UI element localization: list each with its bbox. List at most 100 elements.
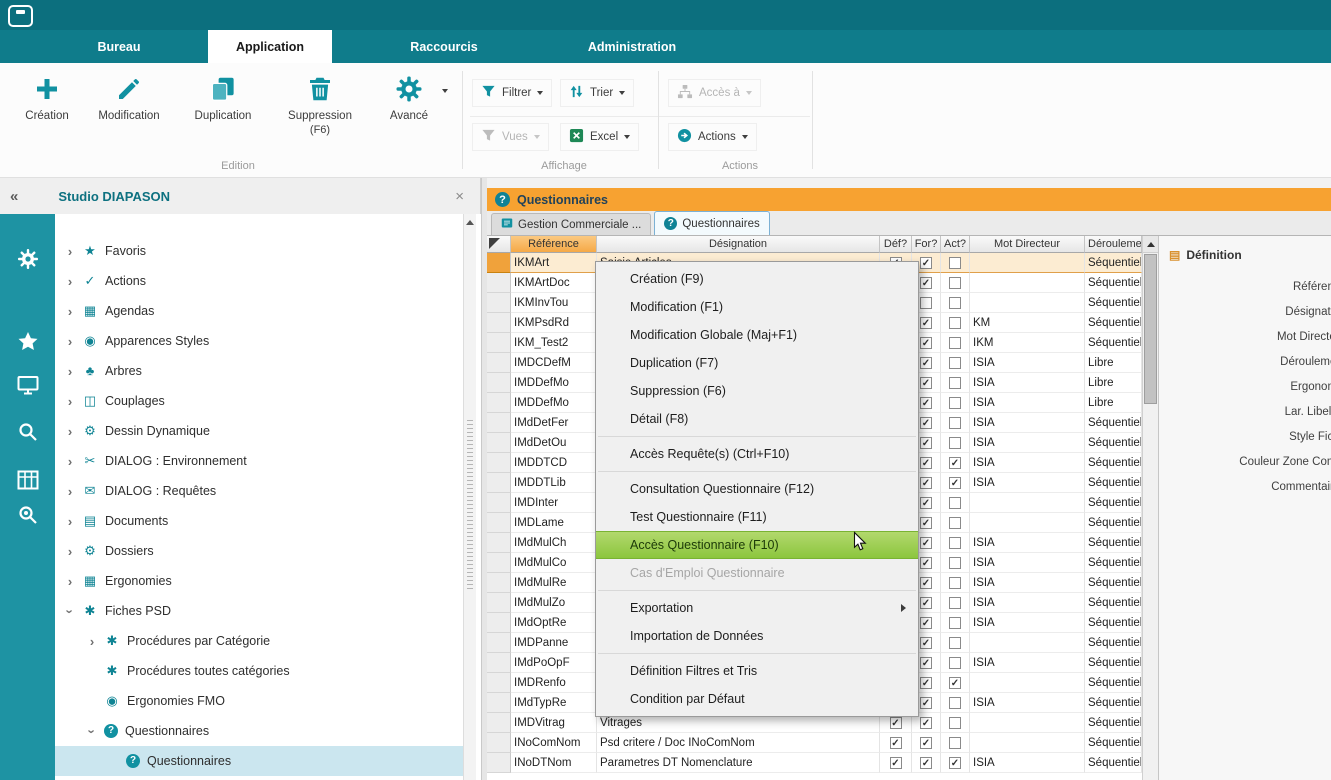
row-selector[interactable]	[487, 393, 511, 413]
row-selector[interactable]	[487, 713, 511, 733]
checkbox-checked-icon[interactable]: ✓	[890, 717, 902, 729]
checkbox-checked-icon[interactable]: ✓	[920, 537, 932, 549]
menu-item-suppression-f6[interactable]: Suppression (F6)	[596, 377, 918, 405]
chevron-right-icon[interactable]: ›	[87, 634, 97, 649]
tree-item-documents[interactable]: ›▤Documents	[55, 506, 463, 536]
checkbox-checked-icon[interactable]: ✓	[920, 617, 932, 629]
checkbox-unchecked-icon[interactable]	[920, 297, 932, 309]
row-selector[interactable]	[487, 693, 511, 713]
checkbox-unchecked-icon[interactable]	[949, 697, 961, 709]
checkbox-checked-icon[interactable]: ✓	[890, 737, 902, 749]
checkbox-unchecked-icon[interactable]	[949, 657, 961, 669]
row-selector[interactable]	[487, 613, 511, 633]
checkbox-unchecked-icon[interactable]	[949, 597, 961, 609]
scrollbar-grip[interactable]	[467, 420, 473, 590]
menu-item-modification-globale-maj-f1[interactable]: Modification Globale (Maj+F1)	[596, 321, 918, 349]
row-selector[interactable]	[487, 353, 511, 373]
row-selector[interactable]	[487, 573, 511, 593]
settings-gear-icon[interactable]	[16, 247, 40, 271]
menu-item-d-tail-f8[interactable]: Détail (F8)	[596, 405, 918, 433]
chevron-right-icon[interactable]: ›	[65, 574, 75, 589]
checkbox-checked-icon[interactable]: ✓	[920, 637, 932, 649]
row-selector[interactable]	[487, 333, 511, 353]
menu-item-test-questionnaire-f11[interactable]: Test Questionnaire (F11)	[596, 503, 918, 531]
ribbon-tab-bureau[interactable]: Bureau	[60, 30, 178, 63]
checkbox-checked-icon[interactable]: ✓	[920, 477, 932, 489]
checkbox-checked-icon[interactable]: ✓	[920, 257, 932, 269]
tab-gestion-commerciale[interactable]: Gestion Commerciale ...	[491, 213, 651, 235]
checkbox-checked-icon[interactable]: ✓	[920, 377, 932, 389]
row-selector[interactable]	[487, 753, 511, 773]
excel-button[interactable]: Excel	[560, 123, 639, 151]
filtrer-button[interactable]: Filtrer	[472, 79, 552, 107]
row-selector[interactable]	[487, 313, 511, 333]
row-selector[interactable]	[487, 513, 511, 533]
column-header-d-roulement[interactable]: Déroulement	[1085, 236, 1142, 253]
sidebar-collapse-button[interactable]: «	[10, 188, 18, 205]
column-header-d-f[interactable]: Déf?	[880, 236, 912, 253]
sidebar-close-button[interactable]: ×	[455, 188, 464, 205]
checkbox-checked-icon[interactable]: ✓	[920, 657, 932, 669]
tree-item-ergonomies[interactable]: ›▦Ergonomies	[55, 566, 463, 596]
row-selector[interactable]	[487, 473, 511, 493]
checkbox-unchecked-icon[interactable]	[949, 357, 961, 369]
checkbox-unchecked-icon[interactable]	[949, 277, 961, 289]
duplication-button[interactable]: Duplication	[184, 73, 262, 122]
tree-item-favoris[interactable]: ›★Favoris	[55, 236, 463, 266]
tree-item-ergonomies-fmo[interactable]: ◉Ergonomies FMO	[55, 686, 463, 716]
checkbox-unchecked-icon[interactable]	[949, 497, 961, 509]
checkbox-checked-icon[interactable]: ✓	[920, 497, 932, 509]
tab-questionnaires[interactable]: ? Questionnaires	[654, 211, 769, 235]
checkbox-unchecked-icon[interactable]	[949, 257, 961, 269]
checkbox-unchecked-icon[interactable]	[949, 717, 961, 729]
scroll-up-button[interactable]	[1143, 236, 1158, 253]
checkbox-unchecked-icon[interactable]	[949, 537, 961, 549]
sidebar-scrollbar[interactable]	[463, 214, 476, 780]
chevron-right-icon[interactable]: ›	[65, 544, 75, 559]
checkbox-checked-icon[interactable]: ✓	[920, 337, 932, 349]
menu-item-acc-s-questionnaire-f10[interactable]: Accès Questionnaire (F10)	[596, 531, 918, 559]
column-header-for[interactable]: For?	[912, 236, 941, 253]
menu-item-d-finition-filtres-et-tris[interactable]: Définition Filtres et Tris	[596, 657, 918, 685]
actions-button[interactable]: Actions	[668, 123, 757, 151]
checkbox-checked-icon[interactable]: ✓	[920, 557, 932, 569]
app-window-icon[interactable]	[8, 5, 33, 27]
chevron-right-icon[interactable]: ›	[65, 274, 75, 289]
chevron-down-icon[interactable]: ›	[63, 606, 78, 616]
creation-button[interactable]: Création	[14, 73, 80, 122]
table-row-inocomnom[interactable]: INoComNomPsd critere / Doc INoComNom✓✓Sé…	[487, 733, 1142, 753]
column-header-d-signation[interactable]: Désignation	[597, 236, 880, 253]
row-selector[interactable]	[487, 293, 511, 313]
tree-item-apparences-styles[interactable]: ›◉Apparences Styles	[55, 326, 463, 356]
menu-item-exportation[interactable]: Exportation	[596, 594, 918, 622]
menu-item-duplication-f7[interactable]: Duplication (F7)	[596, 349, 918, 377]
modification-button[interactable]: Modification	[88, 73, 170, 122]
scroll-up-icon[interactable]	[466, 220, 474, 225]
checkbox-checked-icon[interactable]: ✓	[920, 457, 932, 469]
checkbox-checked-icon[interactable]: ✓	[920, 597, 932, 609]
menu-item-importation-de-donn-es[interactable]: Importation de Données	[596, 622, 918, 650]
checkbox-checked-icon[interactable]: ✓	[920, 357, 932, 369]
checkbox-checked-icon[interactable]: ✓	[920, 277, 932, 289]
row-selector[interactable]	[487, 673, 511, 693]
checkbox-checked-icon[interactable]: ✓	[920, 397, 932, 409]
tree-item-arbres[interactable]: ›♣Arbres	[55, 356, 463, 386]
checkbox-checked-icon[interactable]: ✓	[949, 677, 961, 689]
tree-item-dialog-environnement[interactable]: ›✂DIALOG : Environnement	[55, 446, 463, 476]
row-selector[interactable]	[487, 633, 511, 653]
checkbox-checked-icon[interactable]: ✓	[920, 317, 932, 329]
checkbox-unchecked-icon[interactable]	[949, 437, 961, 449]
tree-item-proc-dures-par-cat-gorie[interactable]: ›✱Procédures par Catégorie	[55, 626, 463, 656]
row-selector[interactable]	[487, 433, 511, 453]
desktop-monitor-icon[interactable]	[16, 373, 40, 397]
checkbox-checked-icon[interactable]: ✓	[920, 417, 932, 429]
tree-item-questionnaires[interactable]: ›?Questionnaires	[55, 716, 463, 746]
checkbox-unchecked-icon[interactable]	[949, 577, 961, 589]
checkbox-unchecked-icon[interactable]	[949, 297, 961, 309]
tree-item-dossiers[interactable]: ›⚙Dossiers	[55, 536, 463, 566]
checkbox-checked-icon[interactable]: ✓	[920, 697, 932, 709]
menu-item-cr-ation-f9[interactable]: Création (F9)	[596, 265, 918, 293]
row-selector[interactable]	[487, 553, 511, 573]
checkbox-checked-icon[interactable]: ✓	[920, 717, 932, 729]
row-selector[interactable]	[487, 493, 511, 513]
